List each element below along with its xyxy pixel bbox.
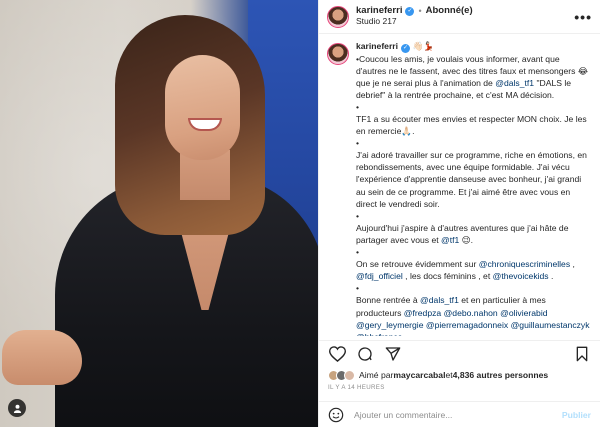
more-icon[interactable]: ••• (574, 9, 592, 25)
liker-avatar (344, 369, 355, 381)
caption-bullet: • (356, 246, 592, 258)
caption-segment: , les docs féminins , et (402, 271, 493, 282)
likes-count[interactable]: 4,836 autres personnes (453, 370, 549, 380)
caption-text: karineferri ✓ 👋🏻💃🏻 •Coucou les amis, je vo… (356, 40, 592, 336)
caption-segment: TF1 a su écouter mes envies et respecter… (356, 114, 587, 137)
header-separator: • (418, 6, 422, 17)
caption-paragraph: Bonne rentrée à @dals_tf1 et en particul… (356, 294, 592, 336)
likes-connector: et (445, 370, 453, 380)
publish-button[interactable]: Publier (562, 410, 591, 420)
mention-link[interactable]: @olivierabid (500, 308, 547, 318)
caption-segment: 😉. (459, 234, 474, 245)
mention-link[interactable]: @debo.nahon (444, 308, 498, 318)
mention-link[interactable]: @fredpza (404, 308, 441, 318)
mention-link[interactable]: @fdj_officiel (356, 271, 403, 281)
caption-area: karineferri ✓ 👋🏻💃🏻 •Coucou les amis, je vo… (319, 40, 600, 336)
caption-segment: 👋🏻💃🏻 (412, 41, 434, 51)
likes-summary: Aimé par maycarcabal et 4,836 autres per… (328, 368, 592, 382)
liker-username[interactable]: maycarcabal (393, 370, 445, 380)
caption-paragraph: Aujourd'hui j'aspire à d'autres aventure… (356, 222, 592, 246)
mention-link[interactable]: @guillaumestanczyk (511, 320, 590, 330)
mention-link[interactable]: @dals_tf1 (420, 295, 459, 305)
post-header: karineferri ✓ • Abonné(e) Studio 217 ••• (319, 0, 600, 34)
comment-icon[interactable] (356, 345, 374, 363)
caption-segment: On se retrouve évidemment sur (356, 259, 479, 270)
mention-link[interactable]: @gery_leymergie (356, 320, 423, 330)
caption-segment: • (356, 210, 360, 221)
mention-link[interactable]: @bbcfrance (356, 332, 402, 336)
liker-avatars (328, 369, 355, 381)
caption-bullet: • (356, 101, 592, 113)
follow-state-button[interactable]: Abonné(e) (426, 5, 473, 17)
user-tag-icon[interactable] (8, 399, 26, 417)
caption-segment: J'ai adoré travailler sur ce programme, … (356, 150, 587, 209)
caption-segment: • (356, 283, 360, 294)
caption-bullet: • (356, 210, 592, 222)
caption-segment: . (548, 271, 554, 282)
author-info: karineferri ✓ • Abonné(e) Studio 217 (356, 5, 473, 27)
verified-badge-icon: ✓ (405, 7, 415, 17)
mention-link[interactable]: @thevoicekids (493, 271, 549, 281)
caption-username[interactable]: karineferri (356, 41, 398, 51)
comment-bar: Ajouter un commentaire... Publier (319, 401, 600, 427)
post-photo[interactable] (0, 0, 318, 427)
mention-link[interactable]: @dals_tf1 (495, 78, 534, 88)
post-location[interactable]: Studio 217 (356, 16, 473, 27)
mention-link[interactable]: @pierremagadonneix (426, 320, 508, 330)
comment-input[interactable]: Ajouter un commentaire... (354, 410, 562, 420)
bookmark-icon[interactable] (573, 345, 591, 363)
caption-paragraph: karineferri ✓ 👋🏻💃🏻 •Coucou les amis, je vo… (356, 40, 592, 101)
caption-paragraph: TF1 a su écouter mes envies et respecter… (356, 113, 592, 137)
photo-hand (2, 330, 82, 385)
instagram-post: karineferri ✓ • Abonné(e) Studio 217 •••… (0, 0, 600, 427)
emoji-icon[interactable] (328, 407, 344, 423)
caption-segment: • (356, 101, 360, 112)
caption-paragraph: On se retrouve évidemment sur @chronique… (356, 258, 592, 282)
caption-segment: , (570, 259, 575, 270)
author-avatar[interactable] (327, 5, 349, 28)
action-bar (319, 340, 600, 366)
likes-prefix: Aimé par (359, 370, 394, 380)
share-icon[interactable] (384, 345, 402, 363)
caption-segment: Bonne rentrée à (356, 295, 421, 306)
post-timestamp[interactable]: IL Y A 14 HEURES (328, 384, 385, 391)
caption-paragraph: J'ai adoré travailler sur ce programme, … (356, 149, 592, 209)
mention-link[interactable]: @chroniquescriminelles (479, 259, 570, 269)
caption-verified-icon: ✓ (401, 43, 411, 53)
heart-icon[interactable] (328, 345, 346, 363)
mention-link[interactable]: @tf1 (441, 235, 459, 245)
post-sidebar: karineferri ✓ • Abonné(e) Studio 217 •••… (318, 0, 600, 427)
caption-segment: • (356, 138, 360, 149)
caption-bullet: • (356, 282, 592, 294)
caption-bullet: • (356, 137, 592, 149)
photo-face (165, 55, 240, 160)
caption-author-avatar[interactable] (327, 43, 349, 65)
caption-segment: • (356, 247, 360, 258)
